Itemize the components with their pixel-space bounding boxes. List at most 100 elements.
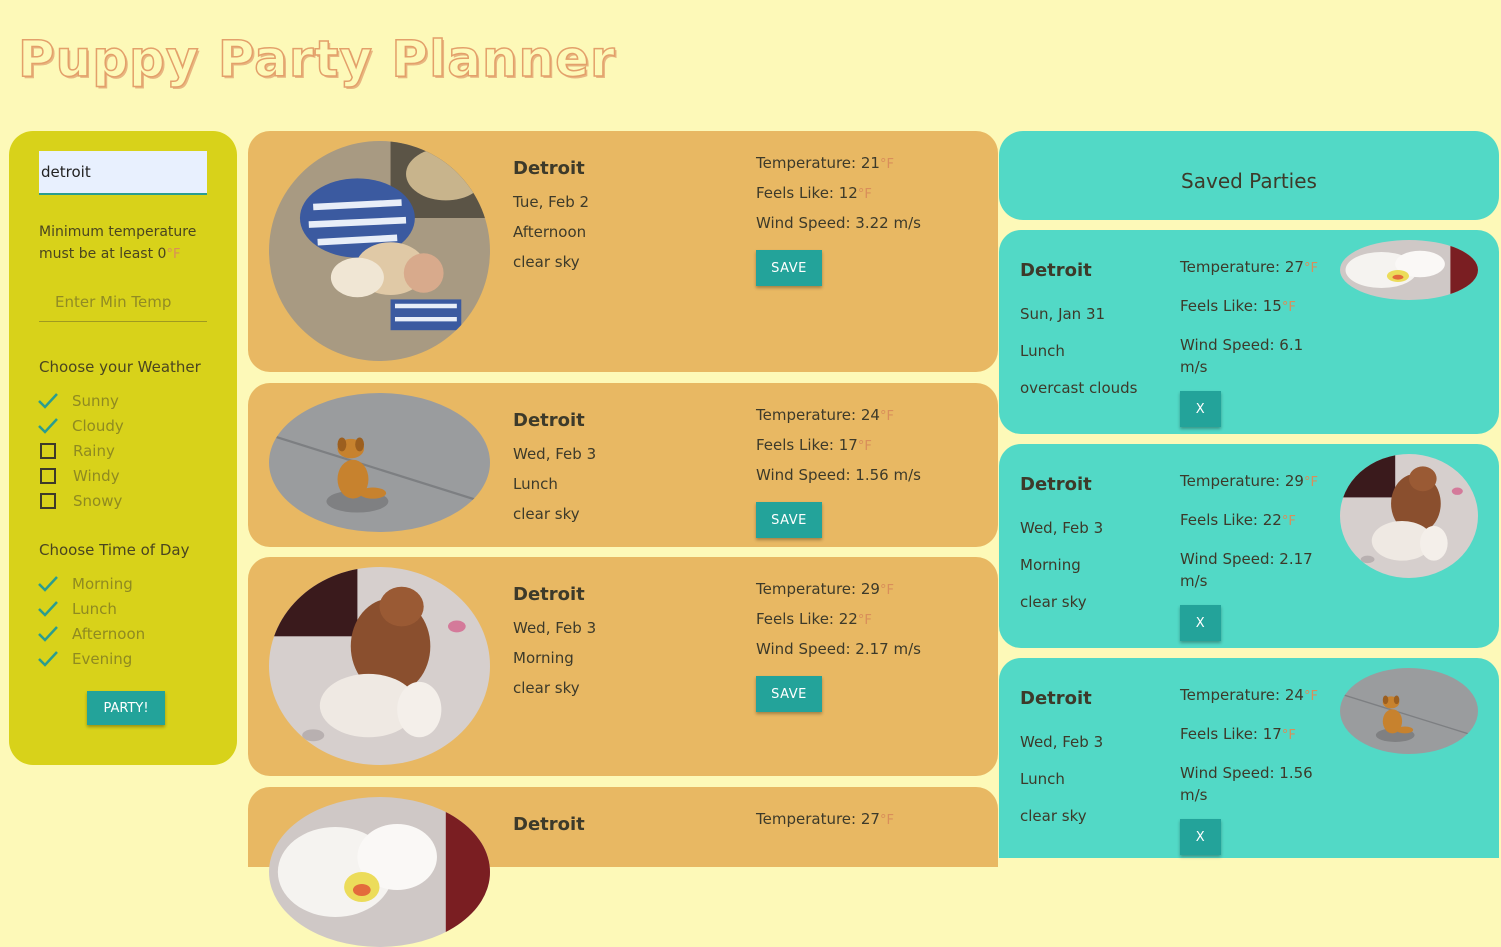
saved-city: Detroit <box>1020 260 1092 281</box>
checkmark-icon <box>38 600 58 617</box>
weather-option-snowy[interactable]: Snowy <box>39 488 207 513</box>
saved-info: Detroit Wed, Feb 3 Morning clear sky <box>1020 474 1103 628</box>
puppy-photo <box>269 393 490 532</box>
result-feels-like: Feels Like: 22°F <box>756 610 872 628</box>
saved-feels-like: Feels Like: 17°F <box>1180 725 1296 743</box>
time-option-morning[interactable]: Morning <box>38 571 207 596</box>
result-date: Wed, Feb 3 <box>513 619 597 637</box>
result-date: Tue, Feb 2 <box>513 193 590 211</box>
save-button[interactable]: SAVE <box>756 676 822 712</box>
min-temp-note: Minimum temperature must be at least 0°F <box>39 224 197 262</box>
checkbox-empty-icon <box>40 442 56 459</box>
saved-temperature: Temperature: 29°F <box>1180 472 1318 490</box>
result-stats: Temperature: 24°F Feels Like: 17°F Wind … <box>756 404 921 538</box>
time-group-title: Choose Time of Day <box>39 541 190 559</box>
puppy-photo <box>1340 240 1478 300</box>
puppy-photo <box>269 141 490 361</box>
remove-saved-button[interactable]: X <box>1180 819 1221 855</box>
result-feels-like: Feels Like: 12°F <box>756 184 872 202</box>
checkmark-icon <box>38 392 58 409</box>
result-city: Detroit <box>513 410 585 431</box>
result-temperature: Temperature: 24°F <box>756 406 894 424</box>
saved-temperature: Temperature: 27°F <box>1180 258 1318 276</box>
result-stats: Temperature: 29°F Feels Like: 22°F Wind … <box>756 578 921 712</box>
result-time: Morning <box>513 649 574 667</box>
result-info: Detroit Wed, Feb 3 Morning clear sky <box>513 583 596 707</box>
result-description: clear sky <box>513 505 580 523</box>
result-card: Detroit Wed, Feb 3 Morning clear sky Tem… <box>248 557 998 776</box>
checkbox-empty-icon <box>40 492 56 509</box>
saved-time: Morning <box>1020 556 1081 574</box>
saved-feels-like: Feels Like: 22°F <box>1180 511 1296 529</box>
puppy-photo <box>1340 454 1478 578</box>
saved-time: Lunch <box>1020 770 1065 788</box>
saved-date: Wed, Feb 3 <box>1020 733 1104 751</box>
result-feels-like: Feels Like: 17°F <box>756 436 872 454</box>
result-card: Detroit Tue, Feb 2 Afternoon clear sky T… <box>248 131 998 372</box>
weather-group-title: Choose your Weather <box>39 358 201 376</box>
saved-description: overcast clouds <box>1020 379 1138 397</box>
result-temperature: Temperature: 21°F <box>756 154 894 172</box>
result-card: Detroit Temperature: 27°F <box>248 787 998 867</box>
result-time: Afternoon <box>513 223 587 241</box>
puppy-photo <box>269 567 490 765</box>
saved-date: Sun, Jan 31 <box>1020 305 1106 323</box>
weather-option-windy[interactable]: Windy <box>39 463 207 488</box>
saved-city: Detroit <box>1020 474 1092 495</box>
checkmark-icon <box>38 650 58 667</box>
min-temp-input[interactable] <box>39 282 207 322</box>
result-card: Detroit Wed, Feb 3 Lunch clear sky Tempe… <box>248 383 998 547</box>
saved-feels-like: Feels Like: 15°F <box>1180 297 1296 315</box>
result-description: clear sky <box>513 253 580 271</box>
saved-info: Detroit Wed, Feb 3 Lunch clear sky <box>1020 688 1103 842</box>
result-date: Wed, Feb 3 <box>513 445 597 463</box>
result-time: Lunch <box>513 475 558 493</box>
city-search-input[interactable] <box>39 151 207 195</box>
result-temperature: Temperature: 27°F <box>756 810 894 828</box>
saved-party-card: Detroit Sun, Jan 31 Lunch overcast cloud… <box>999 230 1499 434</box>
time-option-afternoon[interactable]: Afternoon <box>38 621 207 646</box>
result-stats: Temperature: 21°F Feels Like: 12°F Wind … <box>756 152 921 286</box>
saved-stats: Temperature: 27°F Feels Like: 15°F Wind … <box>1180 256 1320 427</box>
checkmark-icon <box>38 417 58 434</box>
saved-stats: Temperature: 29°F Feels Like: 22°F Wind … <box>1180 470 1320 641</box>
result-temperature: Temperature: 29°F <box>756 580 894 598</box>
saved-wind-speed: Wind Speed: 1.56 m/s <box>1180 764 1313 804</box>
weather-option-sunny[interactable]: Sunny <box>38 388 207 413</box>
result-wind-speed: Wind Speed: 2.17 m/s <box>756 640 921 658</box>
app-title: Puppy Party Planner <box>17 29 616 89</box>
saved-info: Detroit Sun, Jan 31 Lunch overcast cloud… <box>1020 260 1137 414</box>
saved-stats: Temperature: 24°F Feels Like: 17°F Wind … <box>1180 684 1320 855</box>
save-button[interactable]: SAVE <box>756 502 822 538</box>
weather-option-cloudy[interactable]: Cloudy <box>38 413 207 438</box>
checkbox-empty-icon <box>40 467 56 484</box>
saved-temperature: Temperature: 24°F <box>1180 686 1318 704</box>
puppy-photo <box>1340 668 1478 754</box>
saved-parties-title: Saved Parties <box>999 131 1499 220</box>
saved-time: Lunch <box>1020 342 1065 360</box>
checkmark-icon <box>38 625 58 642</box>
result-wind-speed: Wind Speed: 3.22 m/s <box>756 214 921 232</box>
time-option-evening[interactable]: Evening <box>38 646 207 671</box>
remove-saved-button[interactable]: X <box>1180 605 1221 641</box>
saved-party-card: Detroit Wed, Feb 3 Lunch clear sky Tempe… <box>999 658 1499 858</box>
weather-option-rainy[interactable]: Rainy <box>39 438 207 463</box>
result-info: Detroit Tue, Feb 2 Afternoon clear sky <box>513 157 589 281</box>
time-option-lunch[interactable]: Lunch <box>38 596 207 621</box>
time-options: Morning Lunch Afternoon Evening <box>38 571 207 671</box>
saved-wind-speed: Wind Speed: 6.1 m/s <box>1180 336 1304 376</box>
weather-options: Sunny Cloudy Rainy Windy Snowy <box>38 388 207 513</box>
remove-saved-button[interactable]: X <box>1180 391 1221 427</box>
party-button[interactable]: PARTY! <box>87 691 165 725</box>
result-wind-speed: Wind Speed: 1.56 m/s <box>756 466 921 484</box>
search-sidebar: Minimum temperature must be at least 0°F… <box>9 131 237 765</box>
save-button[interactable]: SAVE <box>756 250 822 286</box>
result-city: Detroit <box>513 584 585 605</box>
result-city: Detroit <box>513 158 585 179</box>
saved-city: Detroit <box>1020 688 1092 709</box>
saved-wind-speed: Wind Speed: 2.17 m/s <box>1180 550 1313 590</box>
result-info: Detroit Wed, Feb 3 Lunch clear sky <box>513 409 596 533</box>
puppy-photo <box>269 797 490 947</box>
result-stats: Temperature: 27°F <box>756 808 894 838</box>
saved-date: Wed, Feb 3 <box>1020 519 1104 537</box>
